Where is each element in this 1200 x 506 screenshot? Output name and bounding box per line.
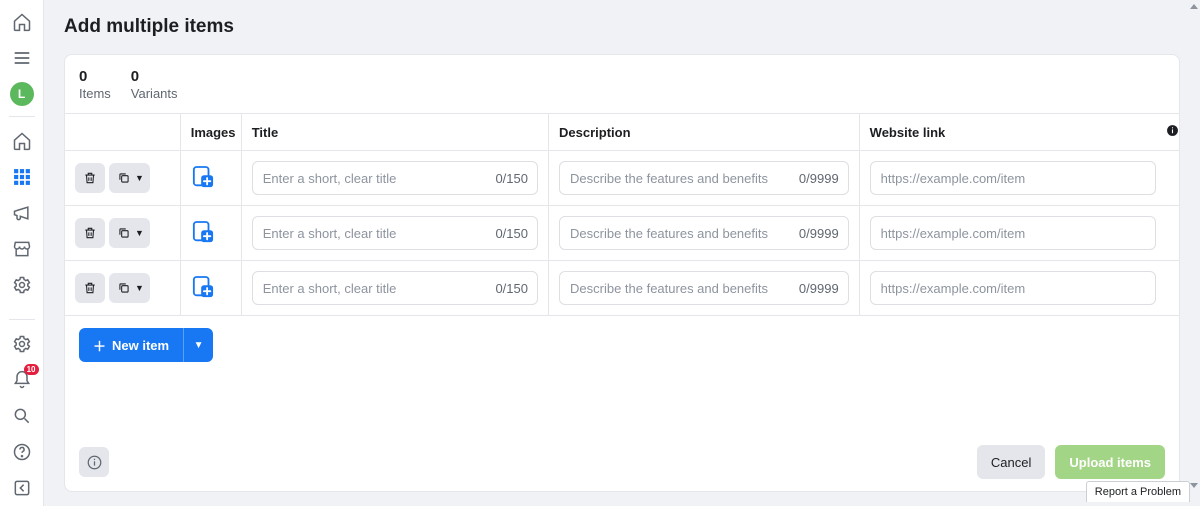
col-header-link: Website link — [859, 114, 1166, 151]
help-icon[interactable] — [0, 434, 44, 470]
new-item-label: New item — [112, 338, 169, 353]
col-header-info — [1166, 114, 1179, 151]
menu-icon[interactable] — [0, 40, 44, 76]
info-icon[interactable] — [1166, 124, 1179, 137]
stat-items: 0 Items — [79, 69, 111, 101]
grid-icon[interactable] — [0, 159, 44, 195]
gear-icon[interactable] — [0, 326, 44, 362]
title-char-count: 0/150 — [495, 281, 528, 296]
megaphone-icon[interactable] — [0, 195, 44, 231]
add-image-button[interactable] — [191, 164, 215, 192]
card: 0 Items 0 Variants Images Title — [64, 54, 1180, 492]
link-input[interactable] — [870, 271, 1157, 305]
avatar-initial: L — [18, 87, 25, 101]
new-item-row: ＋ New item ▼ — [65, 316, 1179, 374]
title-char-count: 0/150 — [495, 226, 528, 241]
notifications-icon[interactable]: 10 — [0, 362, 44, 398]
description-char-count: 0/9999 — [799, 281, 839, 296]
table-row: ▼0/1500/9999USD▼$ 0.00 — [65, 151, 1179, 206]
description-char-count: 0/9999 — [799, 226, 839, 241]
cancel-button[interactable]: Cancel — [977, 445, 1045, 479]
notification-badge: 10 — [24, 364, 39, 375]
sidebar: L 10 — [0, 0, 44, 506]
plus-icon: ＋ — [93, 336, 106, 355]
collapse-icon[interactable] — [0, 470, 44, 506]
house-icon[interactable] — [0, 123, 44, 159]
stats-row: 0 Items 0 Variants — [65, 55, 1179, 113]
table-scroll[interactable]: Images Title Description Website link Pr… — [65, 113, 1179, 316]
store-icon[interactable] — [0, 231, 44, 267]
duplicate-row-button[interactable]: ▼ — [109, 163, 150, 193]
home-icon[interactable] — [0, 4, 44, 40]
new-item-dropdown[interactable]: ▼ — [183, 328, 213, 362]
avatar[interactable]: L — [0, 76, 44, 112]
col-header-images: Images — [180, 114, 241, 151]
table-row: ▼0/1500/9999USD▼$ 0.00 — [65, 206, 1179, 261]
search-icon[interactable] — [0, 398, 44, 434]
delete-row-button[interactable] — [75, 273, 105, 303]
main-content: Add multiple items 0 Items 0 Variants — [44, 0, 1200, 506]
duplicate-row-button[interactable]: ▼ — [109, 273, 150, 303]
col-header-description: Description — [549, 114, 860, 151]
footer-info-button[interactable] — [79, 447, 109, 477]
delete-row-button[interactable] — [75, 163, 105, 193]
stat-variants-label: Variants — [131, 86, 178, 101]
settings-icon[interactable] — [0, 267, 44, 303]
page-scrollbar[interactable] — [1188, 0, 1200, 506]
duplicate-row-button[interactable]: ▼ — [109, 218, 150, 248]
sidebar-divider — [9, 116, 35, 117]
items-table: Images Title Description Website link Pr… — [65, 114, 1179, 315]
col-header-title: Title — [241, 114, 548, 151]
upload-button[interactable]: Upload items — [1055, 445, 1165, 479]
link-input[interactable] — [870, 216, 1157, 250]
title-char-count: 0/150 — [495, 171, 528, 186]
col-header-actions — [65, 114, 180, 151]
stat-variants-count: 0 — [131, 69, 178, 84]
page-title: Add multiple items — [64, 16, 1180, 38]
description-char-count: 0/9999 — [799, 171, 839, 186]
stat-variants: 0 Variants — [131, 69, 178, 101]
delete-row-button[interactable] — [75, 218, 105, 248]
link-input[interactable] — [870, 161, 1157, 195]
new-item-button[interactable]: ＋ New item — [79, 328, 183, 362]
stat-items-label: Items — [79, 86, 111, 101]
table-row: ▼0/1500/9999USD▼$ 0.00 — [65, 261, 1179, 316]
report-problem-button[interactable]: Report a Problem — [1086, 481, 1190, 502]
sidebar-divider — [9, 319, 35, 320]
add-image-button[interactable] — [191, 219, 215, 247]
add-image-button[interactable] — [191, 274, 215, 302]
stat-items-count: 0 — [79, 69, 111, 84]
card-footer: Cancel Upload items — [65, 433, 1179, 491]
